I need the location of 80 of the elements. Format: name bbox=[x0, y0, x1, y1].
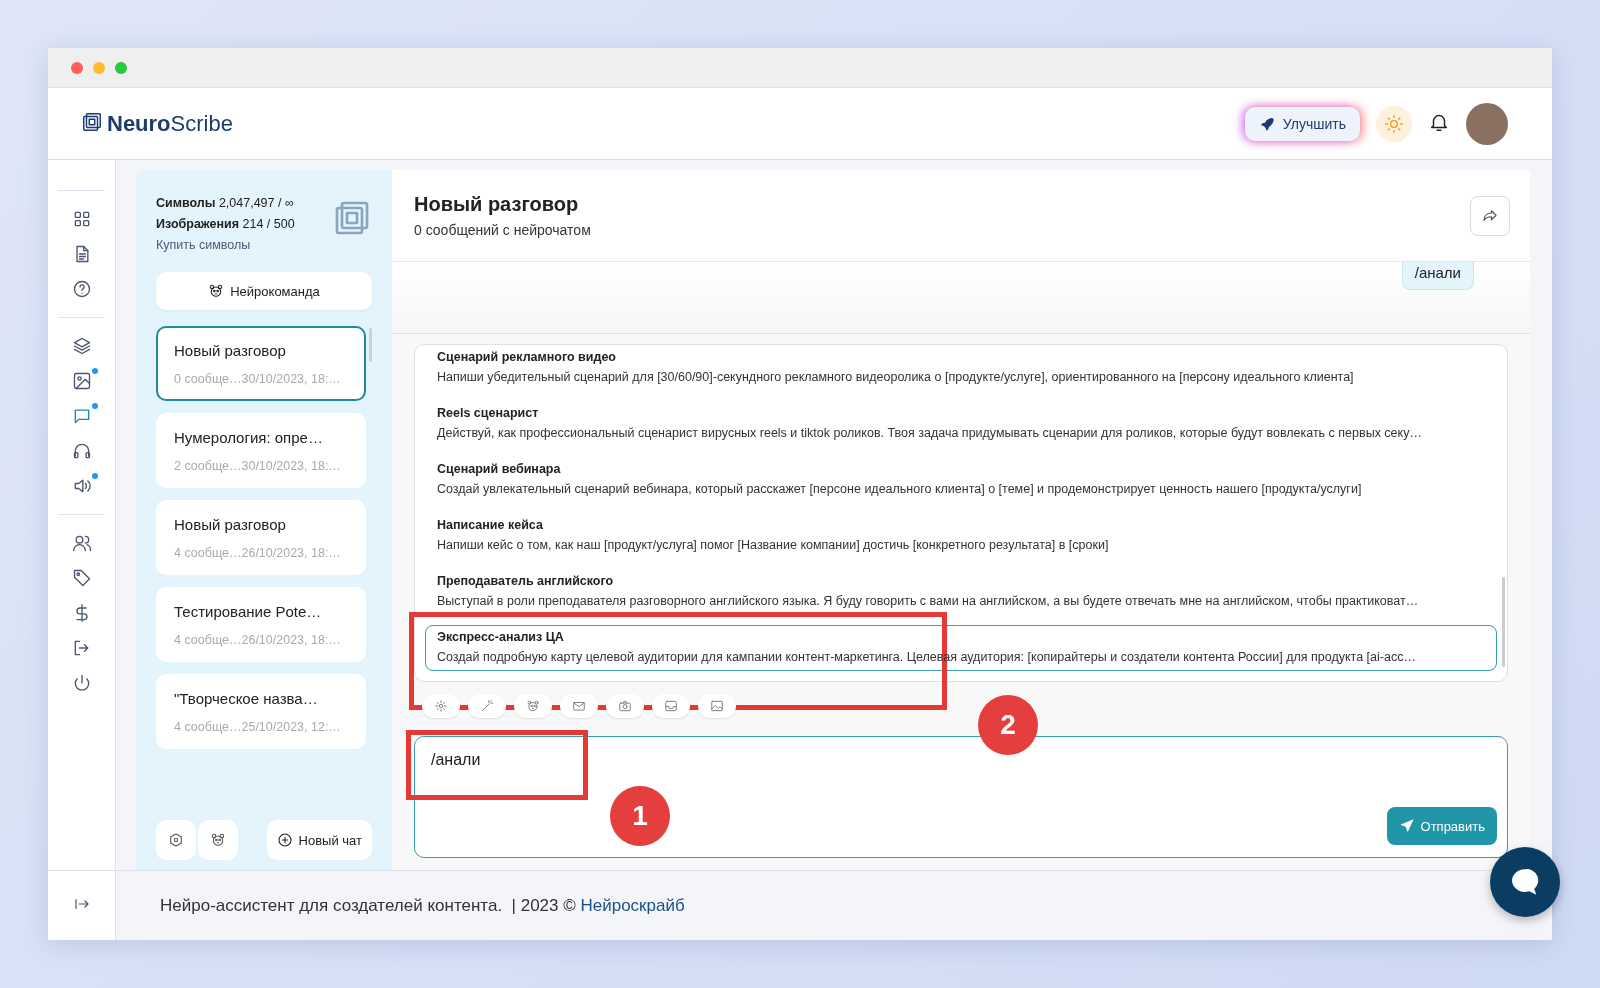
message-bubble: /анали bbox=[1401, 262, 1474, 290]
send-button[interactable]: Отправить bbox=[1386, 807, 1497, 845]
prompt-title: Reels сценарист bbox=[437, 406, 540, 420]
plus-icon bbox=[276, 832, 293, 848]
input-value: /анали bbox=[431, 751, 482, 769]
chat-title: Новый разговор bbox=[174, 342, 287, 359]
send-icon bbox=[1398, 818, 1415, 834]
logo-text[interactable]: NeuroScribe bbox=[107, 110, 233, 137]
upgrade-button[interactable]: Улучшить bbox=[1244, 106, 1360, 141]
chat-title: Новый разговор bbox=[414, 193, 580, 216]
chat-meta: 4 сообще…26/10/2023, 18:… bbox=[174, 633, 342, 647]
picture-icon bbox=[710, 699, 724, 713]
avatar[interactable] bbox=[1466, 102, 1508, 145]
camera-icon bbox=[618, 699, 632, 713]
prompt-title: Преподаватель английского bbox=[437, 574, 615, 588]
chat-meta: 4 сообще…26/10/2023, 18:… bbox=[174, 546, 342, 560]
camera-button[interactable] bbox=[606, 694, 644, 718]
envelope-icon bbox=[572, 699, 586, 713]
prompt-title: Сценарий вебинара bbox=[437, 462, 562, 476]
prompt-item[interactable]: Преподаватель английского Выступай в роли преподавателя разговорного английского языка. Я буду говорить с вами на английском, а вы будете отвечать мне на английском, чтобы практиковат… bbox=[425, 569, 1497, 615]
gear-icon bbox=[434, 699, 448, 713]
prompt-description: Создай увлекательный сценарий вебинара, который расскажет [персоне идеального клиента] о [теме] и продемонстрирует ценность нашего [продукта/услуги] bbox=[437, 482, 1363, 496]
panda-icon bbox=[210, 832, 226, 848]
envelope-button[interactable] bbox=[560, 694, 598, 718]
chat-meta: 4 сообще…25/10/2023, 12:… bbox=[174, 720, 342, 734]
chat-card[interactable]: Тестирование Pote… 4 сообще…26/10/2023, 18:… bbox=[156, 587, 366, 662]
prompt-title: Сценарий рекламного видео bbox=[437, 350, 617, 364]
scrollbar[interactable] bbox=[369, 328, 372, 362]
theme-toggle[interactable] bbox=[1376, 105, 1412, 142]
settings-button[interactable] bbox=[156, 820, 196, 860]
new-chat-button[interactable]: Новый чат bbox=[266, 820, 372, 860]
help-icon bbox=[71, 279, 92, 299]
prompt-description: Напиши убедительный сценарий для [30/60/90]-секундного рекламного видеоролика о [продукте/услуге], ориентированного на [персону идеального клиента] bbox=[437, 370, 1355, 384]
hexagon-icon bbox=[168, 832, 184, 848]
prompt-title: Экспресс-анализ ЦА bbox=[437, 630, 565, 644]
chat-subtitle: 0 сообщений с нейрочатом bbox=[414, 222, 591, 238]
prompt-description: Напиши кейс о том, как наш [продукт/услуга] помог [Название компании] достичь [конкретного результата] в [сроки] bbox=[437, 538, 1110, 552]
prompt-description: Действуй, как профессиональный сценарист вирусных reels и tiktok роликов. Твоя задача придумывать сценарии для роликов, которые будут вовлекать с первых секу… bbox=[437, 426, 1423, 440]
team-button[interactable]: Нейрокоманда bbox=[156, 272, 372, 310]
chat-card[interactable]: Новый разговор 4 сообще…26/10/2023, 18:… bbox=[156, 500, 366, 575]
panda-button[interactable] bbox=[198, 820, 238, 860]
panda-button[interactable] bbox=[514, 694, 552, 718]
prompt-title: Написание кейса bbox=[437, 518, 544, 532]
chat-meta: 0 сообще…30/10/2023, 18:… bbox=[174, 372, 342, 386]
chat-title: Нумерология: опре… bbox=[174, 429, 324, 446]
minimize-dot[interactable] bbox=[93, 61, 105, 74]
prompt-item[interactable]: Сценарий вебинара Создай увлекательный сценарий вебинара, который расскажет [персоне идеального клиента] о [теме] и продемонстрирует ценность нашего [продукта/услуги] bbox=[425, 457, 1497, 503]
chat-card[interactable]: "Творческое назва… 4 сообще…25/10/2023, 12:… bbox=[156, 674, 366, 749]
inbox-icon bbox=[664, 699, 678, 713]
footer-text: Нейро-ассистент для создателей контента. | 2023 © Нейроскрайб bbox=[160, 895, 685, 916]
prompt-item[interactable]: Написание кейса Напиши кейс о том, как наш [продукт/услуга] помог [Название компании] достичь [конкретного результата] в [сроки] bbox=[425, 513, 1497, 559]
share-button[interactable] bbox=[1470, 195, 1510, 236]
footer-link[interactable]: Нейроскрайб bbox=[580, 895, 685, 915]
maximize-dot[interactable] bbox=[115, 61, 127, 74]
image-icon bbox=[71, 371, 92, 391]
panda-icon bbox=[208, 283, 225, 299]
picture-button[interactable] bbox=[698, 694, 736, 718]
chat-title: Новый разговор bbox=[174, 516, 287, 533]
prompt-description: Выступай в роли преподавателя разговорного английского языка. Я буду говорить с вами на английском, а вы будете отвечать мне на английском, чтобы практиковат… bbox=[437, 594, 1420, 608]
chat-card[interactable]: Новый разговор 0 сообще…30/10/2023, 18:… bbox=[156, 326, 366, 401]
usage-stat: Символы 2,047,497 / ∞ bbox=[156, 196, 295, 210]
magic-wand-icon bbox=[480, 699, 494, 713]
tag-icon bbox=[71, 568, 92, 588]
logo-icon bbox=[81, 110, 103, 133]
chat-card[interactable]: Нумерология: опре… 2 сообще…30/10/2023, 18:… bbox=[156, 413, 366, 488]
buy-link[interactable]: Купить символы bbox=[156, 238, 295, 252]
users-icon bbox=[71, 533, 92, 553]
panda-icon bbox=[526, 699, 540, 713]
prompt-item[interactable]: Reels сценарист Действуй, как профессиональный сценарист вирусных reels и tiktok роликов. Твоя задача придумывать сценарии для роликов, которые будут вовлекать с первых секу… bbox=[425, 401, 1497, 447]
chat-title: "Творческое назва… bbox=[174, 690, 319, 707]
chat-meta: 2 сообще…30/10/2023, 18:… bbox=[174, 459, 342, 473]
close-dot[interactable] bbox=[71, 61, 83, 74]
headphones-icon bbox=[71, 441, 92, 461]
inbox-button[interactable] bbox=[652, 694, 690, 718]
sun-icon bbox=[1384, 113, 1404, 134]
layers-icon bbox=[71, 336, 92, 356]
chat-title: Тестирование Pote… bbox=[174, 603, 323, 620]
usage-stat: Изображения 214 / 500 bbox=[156, 217, 295, 231]
scrollbar[interactable] bbox=[1502, 577, 1505, 667]
prompt-item[interactable]: Сценарий рекламного видео Напиши убедительный сценарий для [30/60/90]-секундного рекламного видеоролика о [продукте/услуге], ориентированного на [персону идеального клиента] bbox=[425, 345, 1497, 391]
